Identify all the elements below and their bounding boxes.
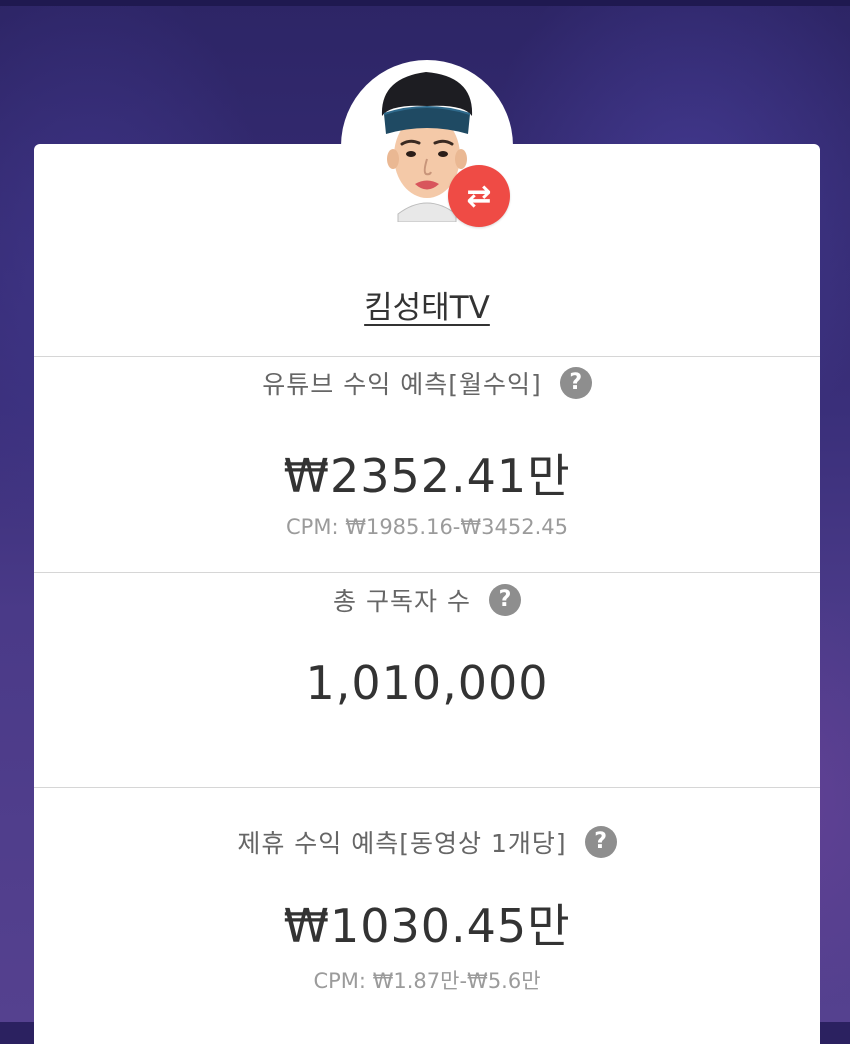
youtube-revenue-value: ₩2352.41만 xyxy=(283,449,571,503)
swap-arrows-icon: ⇄ xyxy=(466,178,492,214)
divider xyxy=(34,356,820,357)
youtube-revenue-section-title: 유튜브 수익 예측[월수익]? xyxy=(34,365,820,402)
status-bar-edge xyxy=(0,0,850,6)
affiliate-revenue-section-title: 제휴 수익 예측[동영상 1개당]? xyxy=(34,824,820,861)
help-icon[interactable]: ? xyxy=(559,367,592,399)
help-icon[interactable]: ? xyxy=(584,826,617,858)
swap-button[interactable]: ⇄ xyxy=(448,165,510,227)
youtube-revenue-cpm: CPM: ₩1985.16-₩3452.45 xyxy=(286,515,568,539)
affiliate-revenue-value: ₩1030.45만 xyxy=(283,899,571,953)
affiliate-revenue-cpm: CPM: ₩1.87만-₩5.6만 xyxy=(313,969,541,993)
affiliate-revenue-title: 제휴 수익 예측[동영상 1개당] xyxy=(237,829,567,858)
channel-name-link[interactable]: 킴성태TV xyxy=(34,282,820,327)
divider xyxy=(34,572,820,573)
divider xyxy=(34,787,820,788)
youtube-revenue-title: 유튜브 수익 예측[월수익] xyxy=(262,370,542,399)
subscribers-section-title: 총 구독자 수? xyxy=(34,582,820,619)
subscribers-value: 1,010,000 xyxy=(305,656,549,710)
help-icon[interactable]: ? xyxy=(488,584,521,616)
subscribers-title: 총 구독자 수 xyxy=(333,587,471,616)
